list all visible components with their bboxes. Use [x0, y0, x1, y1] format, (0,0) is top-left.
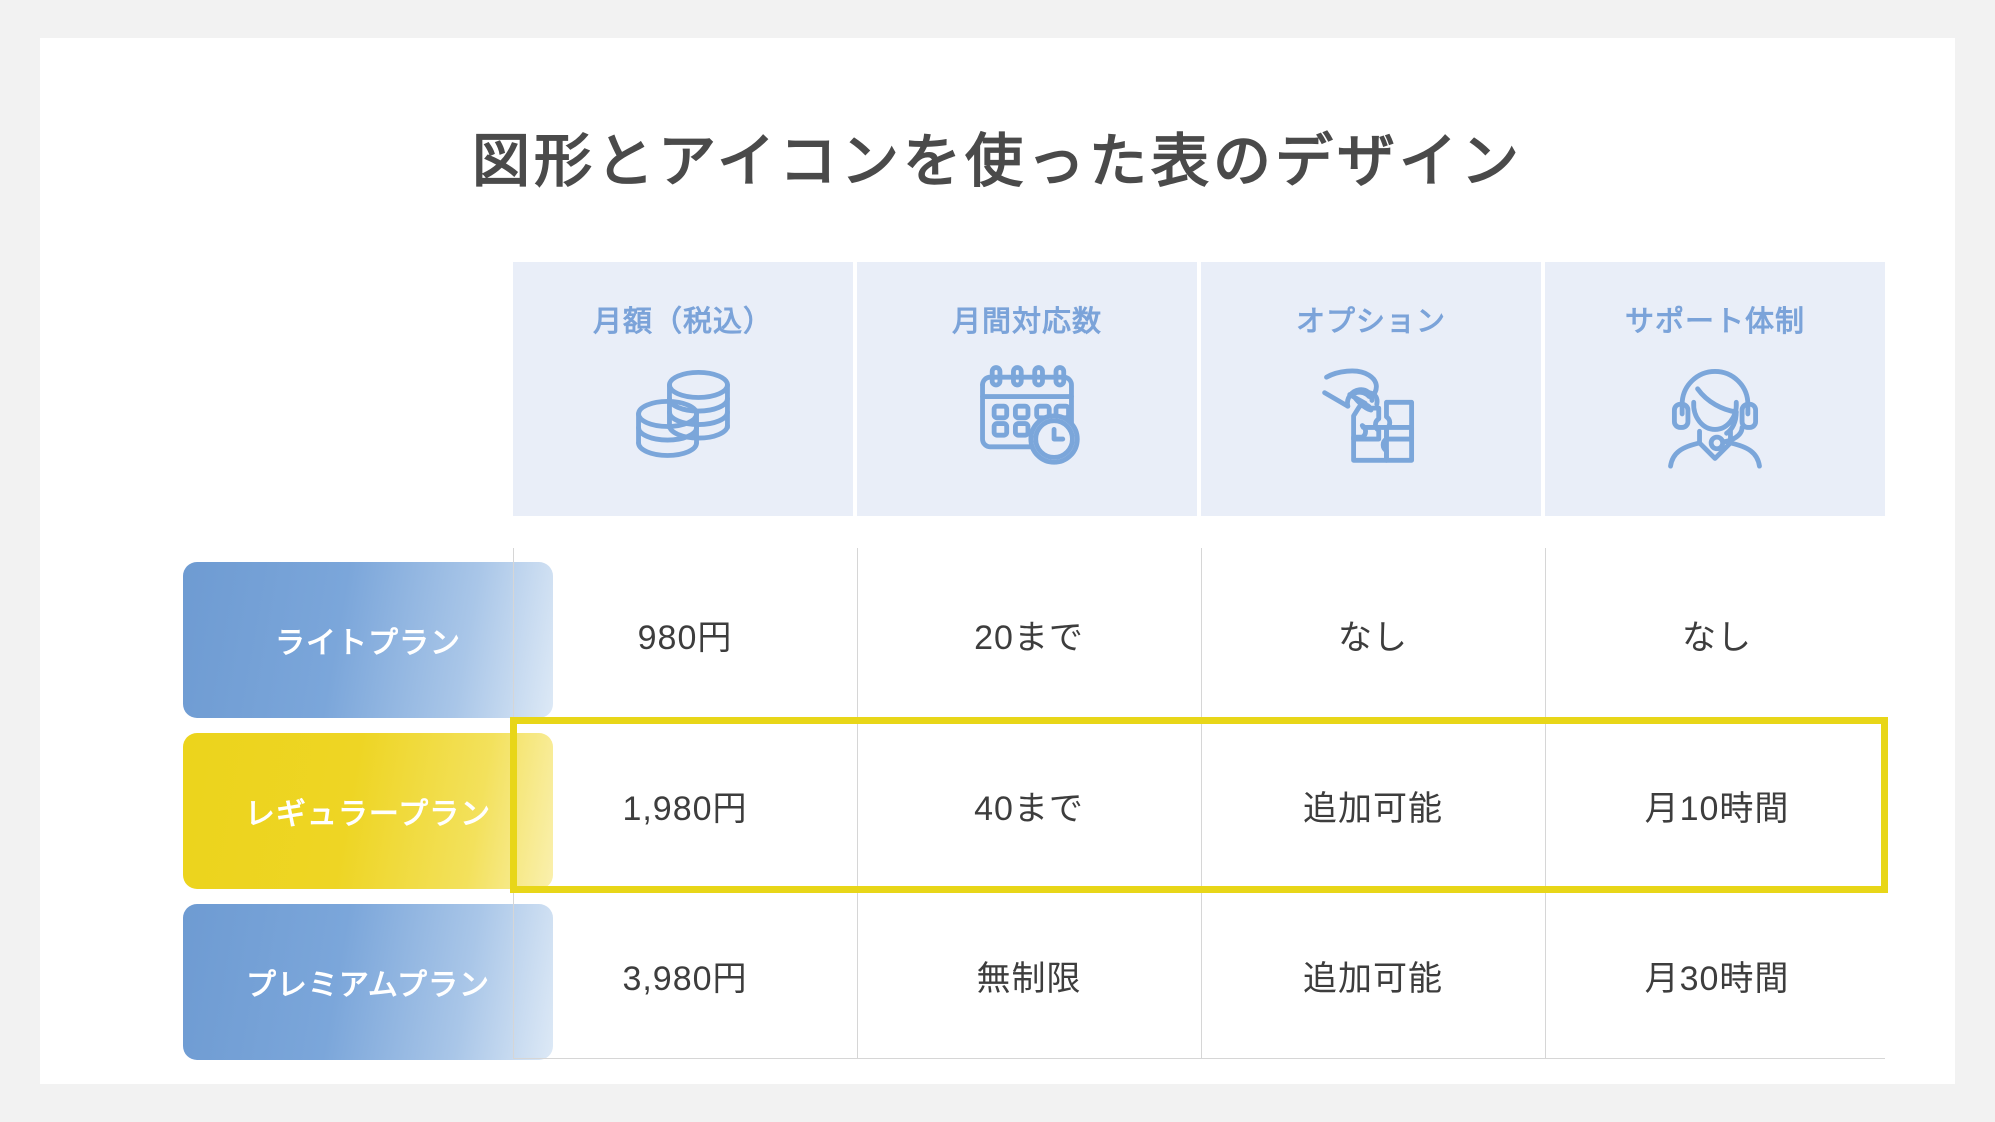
- slide-card: 図形とアイコンを使った表のデザイン 月額（税込） 月間対応数 オプション サポー…: [40, 38, 1955, 1084]
- table-header-label-0: 月額（税込）: [592, 306, 773, 338]
- coins-icon: [636, 369, 730, 458]
- table-cell-1-3: 月10時間: [1644, 789, 1790, 828]
- plan-pill-label-2: プレミアムプラン: [245, 969, 491, 1002]
- table-header-cell-2: オプション: [1201, 262, 1541, 516]
- table-header-cell-1: 月間対応数: [857, 262, 1197, 516]
- puzzle-hand-icon: [1322, 368, 1415, 463]
- table-cell-1-1: 40まで: [974, 789, 1084, 828]
- table-cell-0-3: なし: [1682, 618, 1752, 657]
- plan-pill-label-1: レギュラープラン: [244, 798, 492, 831]
- table-cell-1-2: 追加可能: [1303, 789, 1443, 828]
- table-cell-2-1: 無制限: [976, 959, 1082, 998]
- slide-canvas: 図形とアイコンを使った表のデザイン 月額（税込） 月間対応数 オプション サポー…: [0, 0, 1995, 1122]
- calendar-clock-icon: [980, 365, 1080, 465]
- headset-support-icon: [1668, 368, 1762, 469]
- table-cell-0-0: 980円: [637, 618, 733, 657]
- plan-pill-label-0: ライトプラン: [275, 627, 461, 660]
- table-header-cell-0: 月額（税込）: [513, 262, 853, 516]
- plan-pill-0[interactable]: ライトプラン: [183, 562, 553, 718]
- table-cell-1-0: 1,980円: [622, 789, 748, 828]
- plan-pill-1[interactable]: レギュラープラン: [183, 733, 553, 889]
- table-header-label-2: オプション: [1295, 306, 1446, 338]
- table-header-label-3: サポート体制: [1624, 306, 1805, 338]
- table-header-cell-3: サポート体制: [1545, 262, 1885, 516]
- plan-pill-2[interactable]: プレミアムプラン: [183, 904, 553, 1060]
- table-cell-0-2: なし: [1338, 618, 1408, 657]
- pricing-table: 月額（税込） 月間対応数 オプション サポート体制 ライトプラン レギュラープラ…: [40, 38, 1955, 1084]
- table-cell-2-3: 月30時間: [1644, 959, 1790, 998]
- table-header-label-1: 月間対応数: [951, 306, 1102, 338]
- table-cell-2-2: 追加可能: [1303, 959, 1443, 998]
- table-cell-2-0: 3,980円: [622, 959, 748, 998]
- table-cell-0-1: 20まで: [974, 618, 1084, 657]
